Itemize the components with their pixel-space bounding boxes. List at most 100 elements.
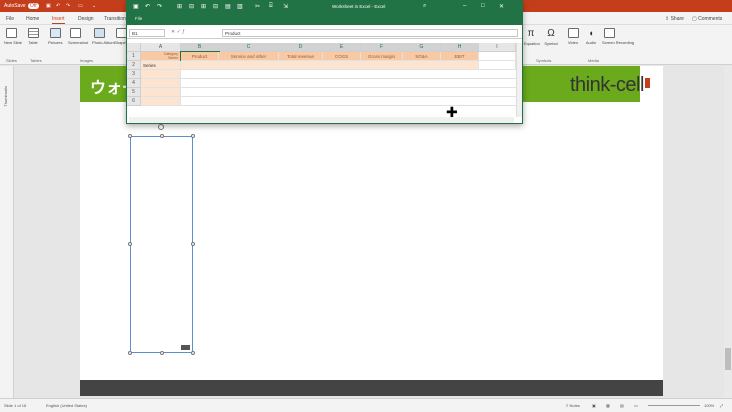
- qat-icon[interactable]: ⇲: [283, 3, 288, 10]
- resize-handle-se[interactable]: [191, 351, 195, 355]
- row-header[interactable]: 1: [127, 52, 141, 61]
- screen-recording-button[interactable]: Screen Recording: [602, 28, 634, 45]
- qat-icon[interactable]: ▤: [225, 3, 231, 10]
- screenshot-button[interactable]: Screenshot: [68, 28, 88, 45]
- cell-g1[interactable]: SG&A: [403, 52, 441, 61]
- cell-a4[interactable]: [141, 79, 181, 88]
- language-indicator[interactable]: English (United States): [46, 403, 87, 408]
- qat-icon[interactable]: ⊟: [213, 3, 218, 10]
- tab-transitions[interactable]: Transitions: [104, 16, 128, 22]
- row-2-cells[interactable]: [181, 61, 479, 70]
- column-header-g[interactable]: G: [403, 43, 441, 52]
- qat-icon[interactable]: ⌸: [269, 3, 273, 10]
- tab-home[interactable]: Home: [26, 16, 39, 22]
- tab-file[interactable]: File: [6, 16, 14, 22]
- resize-handle-sw[interactable]: [128, 351, 132, 355]
- resize-handle-e[interactable]: [191, 242, 195, 246]
- cell-h1[interactable]: EBIT: [441, 52, 479, 61]
- qat-icon[interactable]: ⊞: [177, 3, 182, 10]
- row-header[interactable]: 4: [127, 79, 141, 88]
- name-box[interactable]: B1: [129, 29, 165, 37]
- cell-f1[interactable]: Gross margin: [361, 52, 403, 61]
- column-header-e[interactable]: E: [323, 43, 361, 52]
- cell-i1[interactable]: [479, 52, 516, 61]
- column-header-d[interactable]: D: [279, 43, 323, 52]
- column-header-i[interactable]: I: [479, 43, 516, 52]
- tab-design[interactable]: Design: [78, 16, 94, 22]
- cell-a3[interactable]: [141, 70, 181, 79]
- fit-slide-icon[interactable]: ⤢: [720, 403, 723, 408]
- qat-icon[interactable]: ⊞: [201, 3, 206, 10]
- pictures-button[interactable]: Pictures: [48, 28, 62, 45]
- row-4-cells[interactable]: [181, 79, 516, 88]
- save-icon[interactable]: ▣: [46, 3, 51, 9]
- chart-datasheet-icon[interactable]: [181, 345, 190, 350]
- comments-button[interactable]: ▢ Comments: [692, 16, 722, 22]
- row-header[interactable]: 5: [127, 88, 141, 97]
- restore-icon[interactable]: □: [481, 3, 485, 9]
- resize-handle-s[interactable]: [160, 351, 164, 355]
- row-header[interactable]: 2: [127, 61, 141, 70]
- qat-icon[interactable]: ▥: [237, 3, 243, 10]
- cell-d1[interactable]: Total revenue: [279, 52, 323, 61]
- formula-input[interactable]: Product: [222, 29, 518, 37]
- share-button[interactable]: ⇪ Share: [665, 16, 684, 22]
- close-icon[interactable]: ✕: [499, 3, 504, 10]
- slide-sorter-icon[interactable]: ▦: [606, 403, 610, 408]
- row-5-cells[interactable]: [181, 88, 516, 97]
- column-header-b[interactable]: B: [181, 43, 219, 52]
- row-3-cells[interactable]: [181, 70, 516, 79]
- notes-button[interactable]: ≡ Notes: [566, 403, 580, 408]
- save-icon[interactable]: ▣: [133, 3, 139, 10]
- autosave-toggle[interactable]: Off: [28, 3, 39, 9]
- tab-file[interactable]: File: [135, 16, 142, 21]
- minimize-icon[interactable]: –: [463, 3, 466, 9]
- cell-c1[interactable]: Service and other: [219, 52, 279, 61]
- qat-icon[interactable]: ⊟: [189, 3, 194, 10]
- row-6-cells[interactable]: [181, 97, 516, 106]
- photo-album-button[interactable]: Photo Album: [92, 28, 115, 45]
- slideshow-icon[interactable]: ▭: [634, 403, 638, 408]
- present-icon[interactable]: ▭: [78, 3, 83, 9]
- column-header-c[interactable]: C: [219, 43, 279, 52]
- excel-window[interactable]: ▣ ↶ ↷ ⊞ ⊟ ⊞ ⊟ ▤ ▥ ✂ ⌸ ⇲ Worksheet in Exc…: [126, 0, 523, 124]
- excel-vertical-scrollbar[interactable]: [516, 43, 522, 117]
- undo-icon[interactable]: ↶: [145, 3, 150, 10]
- symbol-button[interactable]: Ω Symbol: [544, 28, 558, 46]
- thumbnails-pane[interactable]: Thumbnails: [0, 66, 14, 398]
- resize-handle-ne[interactable]: [191, 134, 195, 138]
- cell-a6[interactable]: [141, 97, 181, 106]
- table-button[interactable]: Table: [26, 28, 40, 45]
- cell-a2[interactable]: Series: [141, 61, 181, 70]
- tab-insert[interactable]: Insert: [52, 16, 65, 24]
- vertical-scrollbar[interactable]: [724, 66, 732, 398]
- zoom-slider[interactable]: [648, 405, 700, 406]
- reading-view-icon[interactable]: ▤: [620, 403, 624, 408]
- cell-b1[interactable]: Product: [180, 51, 220, 62]
- cell-a5[interactable]: [141, 88, 181, 97]
- column-header-a[interactable]: A: [141, 43, 181, 52]
- cell-a1[interactable]: Category Series: [141, 52, 181, 61]
- cell-i2[interactable]: [479, 61, 516, 70]
- row-header[interactable]: 6: [127, 97, 141, 106]
- resize-handle-nw[interactable]: [128, 134, 132, 138]
- redo-icon[interactable]: ↷: [66, 3, 70, 9]
- equation-button[interactable]: π Equation: [524, 28, 540, 46]
- row-header[interactable]: 3: [127, 70, 141, 79]
- video-button[interactable]: Video: [566, 28, 580, 45]
- audio-button[interactable]: ◖ Audio: [584, 28, 598, 45]
- rotate-handle[interactable]: [158, 124, 164, 130]
- cut-icon[interactable]: ✂: [255, 3, 260, 10]
- scrollbar-thumb[interactable]: [725, 348, 731, 370]
- select-all-corner[interactable]: [127, 43, 141, 52]
- redo-icon[interactable]: ↷: [157, 3, 162, 10]
- normal-view-icon[interactable]: ▣: [592, 403, 596, 408]
- undo-icon[interactable]: ↶: [56, 3, 60, 9]
- column-header-f[interactable]: F: [361, 43, 403, 52]
- new-slide-button[interactable]: New Slide: [4, 28, 22, 45]
- zoom-level[interactable]: 100%: [704, 403, 714, 408]
- search-icon[interactable]: ⌕: [423, 3, 426, 10]
- column-header-h[interactable]: H: [441, 43, 479, 52]
- customize-icon[interactable]: ⌄: [92, 3, 96, 9]
- fx-icon[interactable]: ✕ ✓ ƒ: [171, 29, 185, 35]
